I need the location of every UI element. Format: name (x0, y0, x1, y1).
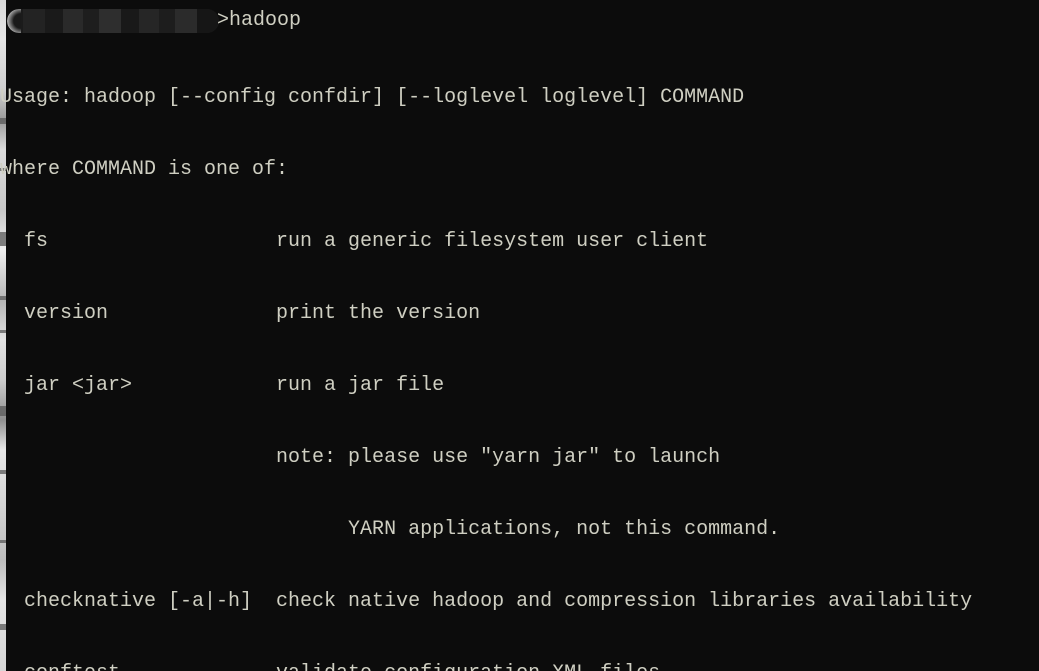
terminal-window[interactable]: > hadoop Usage: hadoop [--config confdir… (0, 0, 1039, 671)
prompt-line: > hadoop (0, 7, 301, 35)
command-line-4: YARN applications, not this command. (0, 518, 781, 541)
command-line-0: fs run a generic filesystem user client (0, 230, 709, 253)
command-line-3: note: please use "yarn jar" to launch (0, 446, 721, 469)
hadoop-usage-output: Usage: hadoop [--config confdir] [--logl… (0, 38, 1039, 671)
command-line-5: checknative [-a|-h] check native hadoop … (0, 590, 973, 613)
redaction-left-cap (7, 9, 21, 33)
redacted-prompt-path (7, 9, 219, 33)
prompt-command: hadoop (229, 9, 302, 32)
command-line-6: conftest validate configuration XML file… (0, 662, 1039, 671)
prompt-caret: > (217, 9, 230, 32)
command-line-1: version print the version (0, 302, 481, 325)
usage-line: Usage: hadoop [--config confdir] [--logl… (0, 86, 745, 109)
command-line-2: jar <jar> run a jar file (0, 374, 445, 397)
where-line: where COMMAND is one of: (0, 158, 289, 181)
terminal-output-area[interactable]: > hadoop Usage: hadoop [--config confdir… (0, 0, 1039, 671)
